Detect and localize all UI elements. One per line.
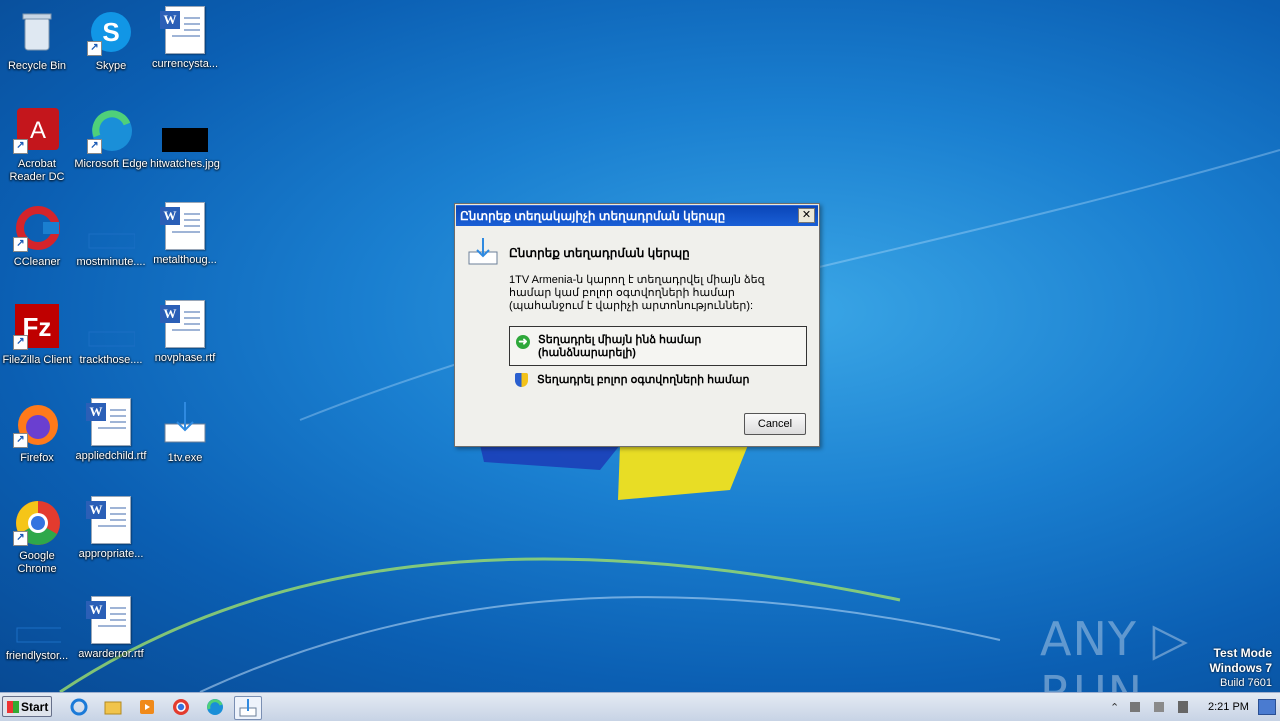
- desktop-icon-currencysta[interactable]: W currencysta...: [148, 4, 222, 92]
- taskbar: Start ⌃ 2:21 PM: [0, 692, 1280, 721]
- install-mode-dialog: Ընտրեք տեղակայիչի տեղադրման կերպը ✕ Ընտր…: [454, 203, 820, 447]
- word-document-icon: W: [86, 496, 131, 544]
- dialog-heading: Ընտրեք տեղադրման կերպը: [509, 246, 690, 260]
- blank-file-icon: [13, 598, 70, 646]
- green-arrow-icon: ➜: [516, 335, 530, 349]
- word-document-icon: W: [160, 6, 205, 54]
- desktop-icon-firefox[interactable]: ↗ Firefox: [0, 396, 74, 484]
- desktop-icon-filezilla[interactable]: Fz ↗ FileZilla Client: [0, 298, 74, 386]
- desktop-icon-ccleaner[interactable]: ↗ CCleaner: [0, 200, 74, 288]
- install-just-me-label: Տեղադրել միայն ինձ համար (հանձնարարելի): [538, 334, 702, 359]
- dialog-titlebar[interactable]: Ընտրեք տեղակայիչի տեղադրման կերպը ✕: [456, 205, 818, 226]
- taskbar-internet-explorer[interactable]: [66, 696, 92, 718]
- taskbar-media-player[interactable]: [134, 696, 160, 718]
- uac-shield-icon: [515, 373, 528, 387]
- desktop-icon-acrobat[interactable]: A ↗ Acrobat Reader DC: [0, 102, 74, 190]
- firefox-icon: ↗: [13, 400, 61, 448]
- shortcut-arrow-icon: ↗: [13, 433, 28, 448]
- recycle-bin-icon: [13, 8, 61, 56]
- windows-flag-icon: [7, 701, 19, 713]
- desktop-icon-hitwatches[interactable]: hitwatches.jpg: [148, 102, 222, 190]
- taskbar-chrome[interactable]: [168, 696, 194, 718]
- desktop-icon-friendlystor[interactable]: friendlystor...: [0, 594, 74, 682]
- install-all-users-label: Տեղադրել բոլոր օգտվողների համար: [537, 374, 750, 386]
- desktop-icon-edge[interactable]: ↗ Microsoft Edge: [74, 102, 148, 190]
- desktop-icon-mostminute[interactable]: mostminute....: [74, 200, 148, 288]
- dialog-title: Ընտրեք տեղակայիչի տեղադրման կերպը: [460, 209, 726, 223]
- test-mode-watermark: Test Mode Windows 7 Build 7601: [1209, 646, 1272, 689]
- shortcut-arrow-icon: ↗: [13, 531, 28, 546]
- install-just-me-option[interactable]: ➜ Տեղադրել միայն ինձ համար (հանձնարարելի…: [509, 326, 807, 366]
- shortcut-arrow-icon: ↗: [13, 237, 28, 252]
- word-document-icon: W: [160, 202, 205, 250]
- system-clock[interactable]: 2:21 PM: [1208, 701, 1249, 713]
- desktop-icon-appropriate[interactable]: W appropriate...: [74, 494, 148, 582]
- shortcut-arrow-icon: ↗: [87, 41, 102, 56]
- system-tray-icons[interactable]: ⌃: [1108, 698, 1200, 716]
- close-button[interactable]: ✕: [798, 208, 815, 223]
- shortcut-arrow-icon: ↗: [13, 335, 28, 350]
- desktop-icon-metalthoug[interactable]: W metalthoug...: [148, 200, 222, 288]
- skype-icon: S ↗: [87, 8, 135, 56]
- shortcut-arrow-icon: ↗: [87, 139, 102, 154]
- ccleaner-icon: ↗: [13, 204, 61, 252]
- desktop-icon-novphase[interactable]: W novphase.rtf: [148, 298, 222, 386]
- blank-file-icon: [87, 204, 136, 252]
- word-document-icon: W: [160, 300, 205, 348]
- svg-text:⌃: ⌃: [1110, 702, 1119, 714]
- edge-icon: ↗: [87, 106, 135, 154]
- desktop-icon-recycle-bin[interactable]: Recycle Bin: [0, 4, 74, 92]
- acrobat-icon: A ↗: [13, 106, 61, 154]
- desktop-icon-trackthose[interactable]: trackthose....: [74, 298, 148, 386]
- desktop-icon-1tv-exe[interactable]: 1tv.exe: [148, 396, 222, 484]
- image-thumbnail-icon: [161, 106, 209, 154]
- word-document-icon: W: [86, 596, 131, 644]
- blank-file-icon: [87, 302, 136, 350]
- shortcut-arrow-icon: ↗: [13, 139, 28, 154]
- desktop-icon-skype[interactable]: S ↗ Skype: [74, 4, 148, 92]
- taskbar-explorer[interactable]: [100, 696, 126, 718]
- desktop-icon-appliedchild[interactable]: W appliedchild.rtf: [74, 396, 148, 484]
- start-button[interactable]: Start: [2, 696, 52, 717]
- svg-text:A: A: [30, 117, 46, 144]
- cancel-button[interactable]: Cancel: [744, 413, 806, 435]
- dialog-description: 1TV Armenia-ն կարող է տեղադրվել միայն ձե…: [509, 274, 765, 312]
- dialog-content: Ընտրեք տեղադրման կերպը 1TV Armenia-ն կար…: [455, 226, 819, 446]
- taskbar-installer[interactable]: [234, 696, 262, 720]
- show-desktop-button[interactable]: [1258, 699, 1276, 715]
- filezilla-icon: Fz ↗: [13, 302, 61, 350]
- installer-download-icon: [468, 238, 498, 265]
- svg-text:S: S: [102, 17, 119, 47]
- word-document-icon: W: [86, 398, 131, 446]
- desktop-icon-chrome[interactable]: ↗ Google Chrome: [0, 494, 74, 582]
- desktop-icon-awarderror[interactable]: W awarderror.rtf: [74, 594, 148, 682]
- taskbar-edge[interactable]: [202, 696, 228, 718]
- chrome-icon: ↗: [13, 498, 61, 546]
- installer-download-icon: [161, 400, 209, 448]
